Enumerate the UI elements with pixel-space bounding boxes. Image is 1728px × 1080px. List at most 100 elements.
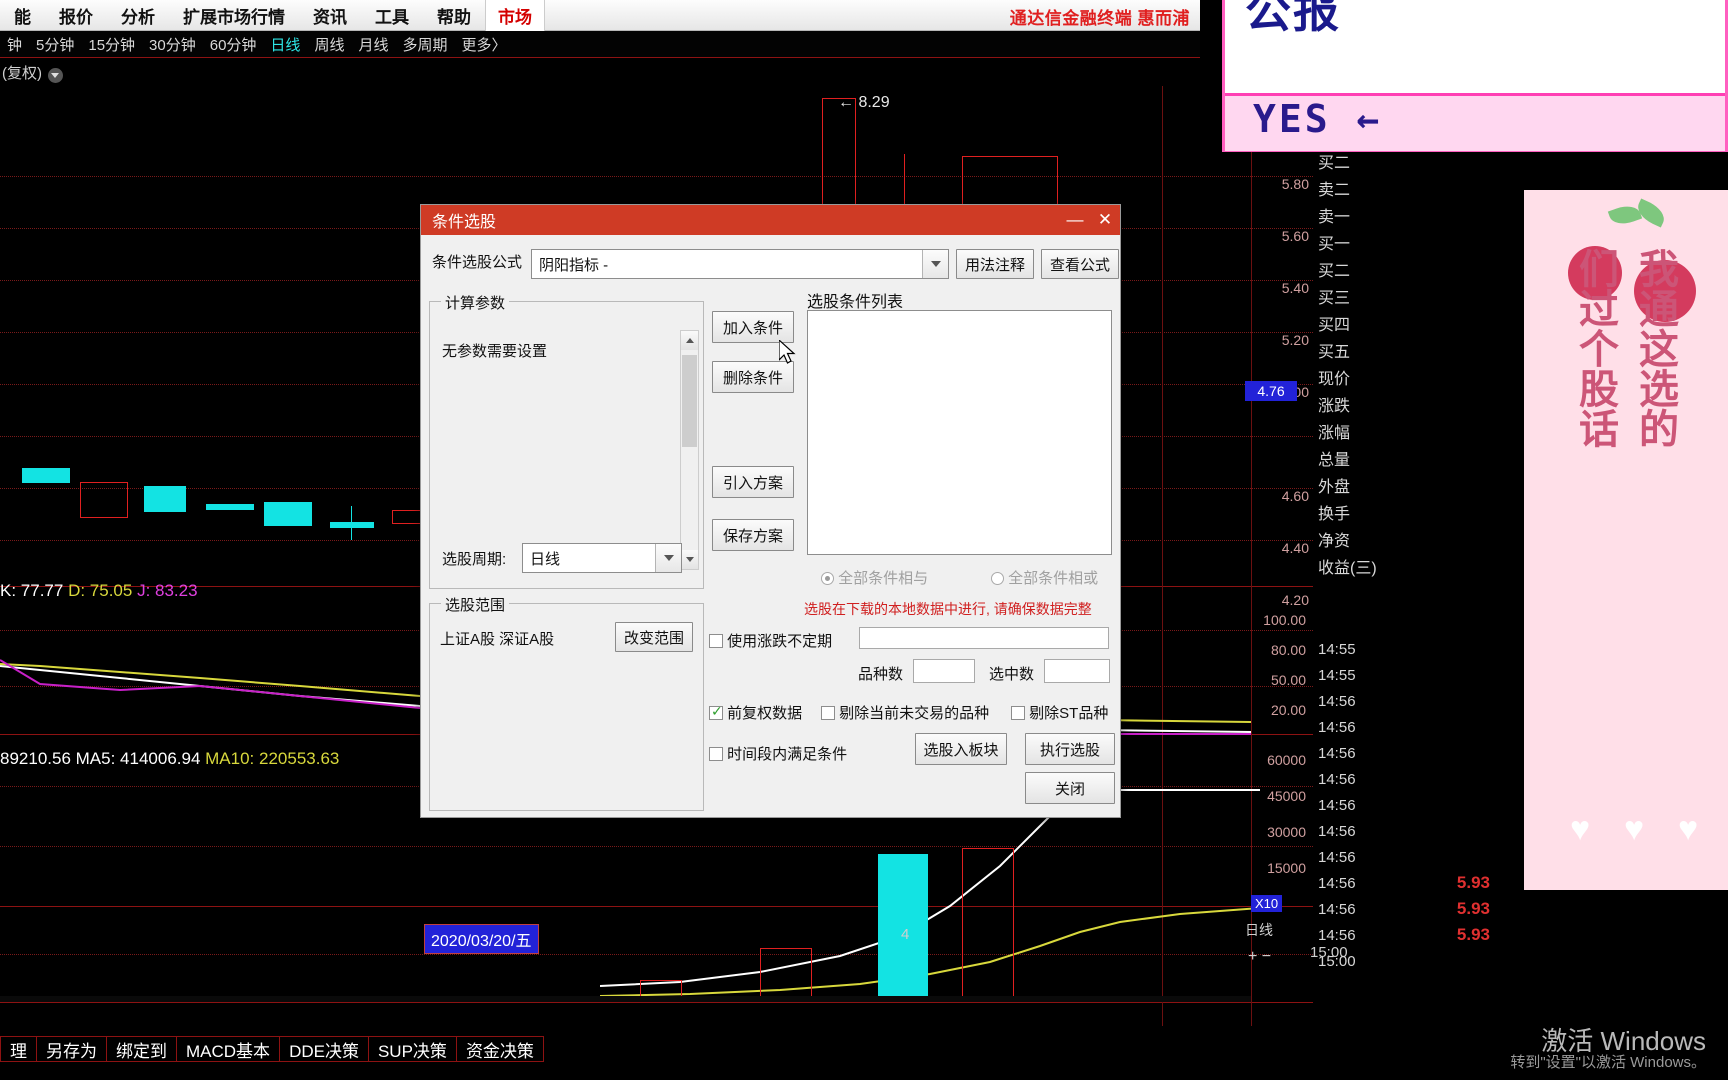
radio-or-icon[interactable]	[991, 572, 1004, 585]
radio-or-row[interactable]: 全部条件相或	[991, 567, 1098, 588]
variable-period-input[interactable]	[859, 627, 1109, 649]
tab-sup-decision[interactable]: SUP决策	[368, 1036, 457, 1062]
tab-macd-basic[interactable]: MACD基本	[177, 1036, 281, 1062]
menu-item-help[interactable]: 帮助	[423, 1, 485, 30]
exclude-untraded-checkbox[interactable]	[821, 706, 835, 720]
menu-item-extended-market[interactable]: 扩展市场行情	[169, 1, 299, 30]
params-scrollbar[interactable]	[680, 330, 699, 570]
period-more[interactable]: 更多〉	[454, 34, 513, 55]
radio-and-row[interactable]: 全部条件相与	[821, 567, 928, 588]
tick-time: 14:56	[1318, 797, 1356, 814]
period-monthly[interactable]: 月线	[351, 34, 395, 55]
time-range-row[interactable]: 时间段内满足条件	[709, 743, 847, 764]
add-condition-button[interactable]: 加入条件	[712, 311, 794, 343]
formula-combo[interactable]: 阴阳指标 -	[531, 249, 949, 279]
period-daily[interactable]: 日线	[263, 34, 307, 55]
menu-item-quote[interactable]: 报价	[45, 1, 107, 30]
scrollbar-thumb[interactable]	[682, 355, 697, 447]
volume-value: 89210.56	[0, 749, 71, 768]
footer-time: 15:00	[1310, 944, 1348, 961]
period-combo[interactable]: 日线	[522, 543, 682, 573]
orderbook-row: 买四	[1318, 317, 1351, 334]
scroll-down-button[interactable]	[681, 550, 698, 569]
menu-item-tools[interactable]: 工具	[361, 1, 423, 30]
tab-manage[interactable]: 理	[0, 1036, 37, 1062]
bottom-tabbar[interactable]: 理 另存为 绑定到 MACD基本 DDE决策 SUP决策 资金决策	[0, 1036, 1300, 1062]
radio-and-icon[interactable]	[821, 572, 834, 585]
exclude-untraded-row[interactable]: 剔除当前未交易的品种	[821, 702, 989, 723]
gridline	[0, 176, 1313, 177]
change-scope-button[interactable]: 改变范围	[615, 622, 693, 652]
price-tick: 5.80	[1281, 176, 1309, 192]
price-tick: 4.60	[1281, 488, 1309, 504]
tab-dde-decision[interactable]: DDE决策	[280, 1036, 369, 1062]
candle	[80, 482, 128, 518]
conditions-listbox[interactable]	[807, 310, 1112, 555]
period-multi[interactable]: 多周期	[395, 34, 454, 55]
scroll-up-button[interactable]	[681, 331, 698, 350]
orderbook-panel[interactable]: 买二 卖二 卖一 买一 买二 买三 买四 买五 现价 涨跌 涨幅 总量 外盘 换…	[1318, 150, 1386, 630]
forward-adjust-row[interactable]: 前复权数据	[709, 702, 802, 723]
amount-tick: 15000	[1267, 860, 1306, 876]
tab-fund-decision[interactable]: 资金决策	[456, 1036, 544, 1062]
forward-adjust-checkbox[interactable]	[709, 703, 723, 720]
app-brand-title: 通达信金融终端 惠而浦	[1009, 9, 1190, 28]
exclude-st-row[interactable]: 剔除ST品种	[1011, 702, 1108, 723]
price-tick: 5.40	[1281, 280, 1309, 296]
menubar[interactable]: 能 报价 分析 扩展市场行情 资讯 工具 帮助 市场 通达信金融终端 惠而浦	[0, 0, 1200, 32]
leaf-icon	[1633, 198, 1669, 228]
view-formula-button[interactable]: 查看公式	[1041, 249, 1119, 279]
tick-time: 14:55	[1318, 641, 1356, 658]
exclude-st-checkbox[interactable]	[1011, 706, 1025, 720]
symbol-subrow: (复权)	[0, 58, 1200, 86]
scope-group: 选股范围 上证A股 深证A股 改变范围	[429, 594, 704, 811]
tab-save-as[interactable]: 另存为	[37, 1036, 107, 1062]
menu-item-analysis[interactable]: 分析	[107, 1, 169, 30]
variable-period-row[interactable]: 使用涨跌不定期	[709, 630, 832, 651]
x10-badge: X10	[1251, 895, 1283, 912]
period-30min[interactable]: 30分钟	[142, 34, 203, 55]
dialog-titlebar[interactable]: 条件选股 — ✕	[421, 205, 1120, 235]
orderbook-row: 买二	[1318, 263, 1351, 280]
period-5min[interactable]: 5分钟	[29, 34, 81, 55]
tab-bind-to[interactable]: 绑定到	[107, 1036, 177, 1062]
chevron-down-icon[interactable]	[48, 67, 63, 83]
price-tick: 4.40	[1281, 540, 1309, 556]
menu-item-news[interactable]: 资讯	[299, 1, 361, 30]
condition-stock-picker-dialog[interactable]: 条件选股 — ✕ 条件选股公式 阴阳指标 - 用法注释 查看公式 计算参数 无参…	[420, 204, 1121, 818]
menu-item-market[interactable]: 市场	[485, 0, 545, 32]
execute-button[interactable]: 执行选股	[1025, 733, 1115, 765]
formula-label: 条件选股公式	[432, 253, 523, 271]
period-weekly[interactable]: 周线	[307, 34, 351, 55]
count-input[interactable]	[913, 659, 975, 683]
orderbook-row: 现价	[1318, 371, 1351, 388]
heart-icon: ♥	[1678, 810, 1699, 848]
close-icon[interactable]: ✕	[1090, 205, 1120, 235]
menu-item-0[interactable]: 能	[0, 1, 45, 30]
variable-period-checkbox[interactable]	[709, 634, 723, 648]
volume-readout: 89210.56 MA5: 414006.94 MA10: 220553.63	[0, 749, 339, 769]
orderbook-row: 涨幅	[1318, 425, 1351, 442]
volume-ma-lines	[600, 789, 1260, 997]
usage-note-button[interactable]: 用法注释	[956, 249, 1034, 279]
price-tick: 4.20	[1281, 592, 1309, 608]
import-plan-button[interactable]: 引入方案	[712, 466, 794, 498]
delete-condition-button[interactable]: 删除条件	[712, 361, 794, 393]
chevron-down-icon[interactable]	[922, 250, 948, 278]
save-plan-button[interactable]: 保存方案	[712, 519, 794, 551]
selected-input[interactable]	[1044, 659, 1110, 683]
period-60min[interactable]: 60分钟	[203, 34, 264, 55]
volume-bar	[760, 948, 812, 1002]
chevron-down-icon[interactable]	[655, 544, 681, 572]
period-label: 选股周期:	[442, 551, 507, 568]
period-toolbar[interactable]: 钟 5分钟 15分钟 30分钟 60分钟 日线 周线 月线 多周期 更多〉	[0, 31, 1200, 58]
add-to-block-button[interactable]: 选股入板块	[915, 733, 1007, 765]
no-params-text: 无参数需要设置	[442, 343, 548, 360]
footer-zoom-controls[interactable]: + −	[1248, 948, 1271, 966]
close-button[interactable]: 关闭	[1025, 772, 1115, 804]
time-range-checkbox[interactable]	[709, 747, 723, 761]
minimize-icon[interactable]: —	[1060, 205, 1090, 235]
period-15min[interactable]: 15分钟	[81, 34, 142, 55]
volume-tick: 80.00	[1270, 642, 1306, 658]
period-minute[interactable]: 钟	[0, 34, 29, 55]
